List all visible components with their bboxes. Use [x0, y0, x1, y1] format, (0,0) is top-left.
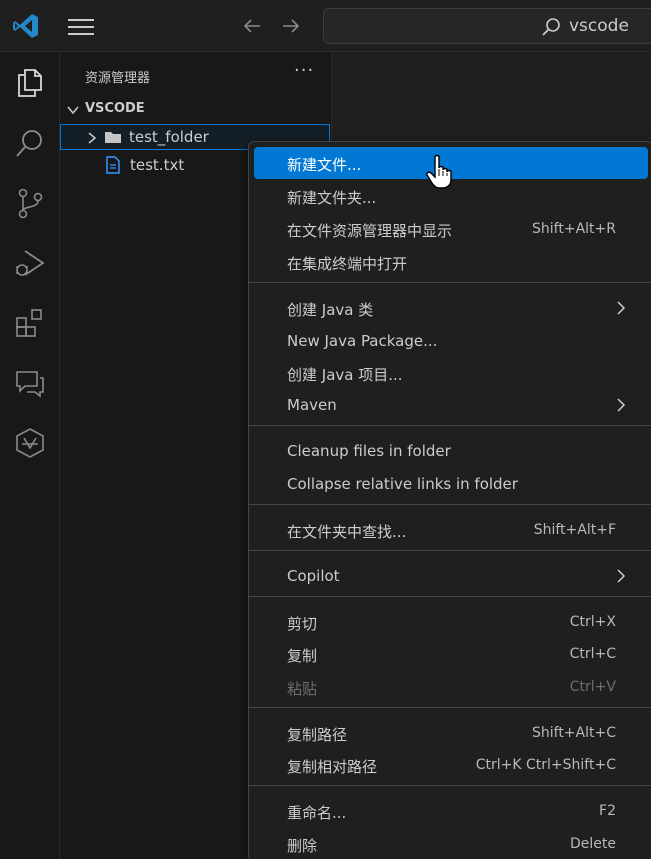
vscode-logo-icon	[13, 14, 38, 38]
menu-item-shortcut: Ctrl+X	[569, 614, 616, 630]
menu-item-label: 创建 Java 类	[287, 301, 374, 319]
menu-item-label: Collapse relative links in folder	[287, 475, 518, 493]
run-debug-icon[interactable]	[13, 246, 47, 280]
command-center-search[interactable]: vscode	[323, 8, 651, 44]
menu-item-label: 复制	[287, 647, 318, 665]
menu-item-label: 复制路径	[287, 726, 348, 744]
menu-item-label: 粘贴	[287, 680, 318, 698]
menu-item[interactable]: 复制路径 Shift+Alt+C	[254, 717, 648, 749]
search-icon[interactable]	[13, 126, 47, 160]
menu-item[interactable]: 在集成终端中打开	[254, 246, 648, 278]
chevron-right-icon	[617, 569, 626, 583]
menu-item[interactable]: 复制 Ctrl+C	[254, 638, 648, 670]
menu-item[interactable]: Cleanup files in folder	[254, 435, 648, 467]
back-arrow-icon[interactable]	[240, 14, 264, 38]
folder-icon	[105, 132, 121, 143]
menu-item-label: New Java Package...	[287, 332, 438, 350]
menu-item-shortcut: Shift+Alt+R	[532, 221, 616, 237]
menu-item-label: 新建文件夹...	[287, 189, 377, 207]
menu-item-label: 在文件夹中查找...	[287, 523, 407, 541]
menu-item[interactable]: Maven	[254, 389, 648, 421]
menu-item-shortcut: Ctrl+V	[569, 679, 616, 695]
menu-icon[interactable]	[68, 16, 94, 38]
menu-item-label: Copilot	[287, 567, 340, 585]
menu-item-shortcut: Shift+Alt+C	[531, 725, 616, 741]
menu-item-shortcut: Ctrl+C	[569, 646, 616, 662]
menu-separator	[249, 504, 651, 505]
menu-item-label: Maven	[287, 396, 337, 414]
menu-item-label: 在文件资源管理器中显示	[287, 222, 453, 240]
menu-item-label: 在集成终端中打开	[287, 255, 408, 273]
chevron-right-icon	[617, 301, 626, 315]
menu-item[interactable]: 在文件资源管理器中显示 Shift+Alt+R	[254, 213, 648, 245]
menu-item-shortcut: F2	[599, 803, 616, 819]
menu-item-shortcut: Shift+Alt+F	[533, 522, 616, 538]
menu-item-label: Cleanup files in folder	[287, 442, 451, 460]
chevron-right-icon	[88, 132, 97, 144]
menu-item[interactable]: 创建 Java 类	[254, 292, 648, 324]
title-bar: vscode	[0, 0, 651, 52]
menu-item-label: 剪切	[287, 615, 318, 633]
menu-item[interactable]: Copilot	[254, 560, 648, 592]
menu-separator	[249, 425, 651, 426]
workspace-header[interactable]: VSCODE	[60, 98, 332, 122]
forward-arrow-icon[interactable]	[279, 14, 303, 38]
extensions-icon[interactable]	[13, 306, 47, 340]
command-center-label: vscode	[569, 16, 629, 36]
menu-item-label: 创建 Java 项目...	[287, 366, 403, 384]
menu-item[interactable]: 复制相对路径 Ctrl+K Ctrl+Shift+C	[254, 749, 648, 781]
menu-separator	[249, 550, 651, 551]
copilot-icon[interactable]	[13, 426, 47, 460]
menu-item[interactable]: Collapse relative links in folder	[254, 468, 648, 500]
menu-item: 粘贴 Ctrl+V	[254, 671, 648, 703]
menu-separator	[249, 707, 651, 708]
menu-item-shortcut: Ctrl+K Ctrl+Shift+C	[475, 757, 616, 773]
chevron-down-icon	[67, 106, 79, 115]
source-control-icon[interactable]	[13, 186, 47, 220]
menu-item[interactable]: 在文件夹中查找... Shift+Alt+F	[254, 514, 648, 546]
workspace-name: VSCODE	[85, 101, 145, 116]
menu-item[interactable]: New Java Package...	[254, 325, 648, 357]
explorer-icon[interactable]	[13, 66, 47, 100]
tree-item-label: test.txt	[130, 156, 185, 174]
activity-bar	[0, 52, 60, 859]
search-icon	[542, 18, 560, 36]
menu-item-label: 新建文件...	[287, 156, 362, 174]
menu-item-label: 复制相对路径	[287, 758, 378, 776]
menu-item[interactable]: 删除 Delete	[254, 828, 648, 859]
menu-item[interactable]: 剪切 Ctrl+X	[254, 606, 648, 638]
menu-item-label: 重命名...	[287, 804, 347, 822]
menu-separator	[249, 785, 651, 786]
hand-cursor-icon	[426, 154, 452, 189]
menu-item[interactable]: 重命名... F2	[254, 795, 648, 827]
tree-item-label: test_folder	[129, 128, 209, 146]
sidebar-title: 资源管理器	[85, 71, 151, 86]
context-menu: 新建文件... 新建文件夹... 在文件资源管理器中显示 Shift+Alt+R 在集成…	[248, 141, 651, 859]
menu-item-shortcut: Delete	[570, 836, 616, 852]
menu-separator	[249, 282, 651, 283]
file-icon	[106, 156, 120, 174]
chevron-right-icon	[617, 398, 626, 412]
chat-icon[interactable]	[13, 366, 47, 400]
menu-separator	[249, 596, 651, 597]
menu-item-label: 删除	[287, 837, 318, 855]
menu-item[interactable]: 创建 Java 项目...	[254, 357, 648, 389]
more-actions-icon[interactable]: ···	[294, 60, 314, 81]
